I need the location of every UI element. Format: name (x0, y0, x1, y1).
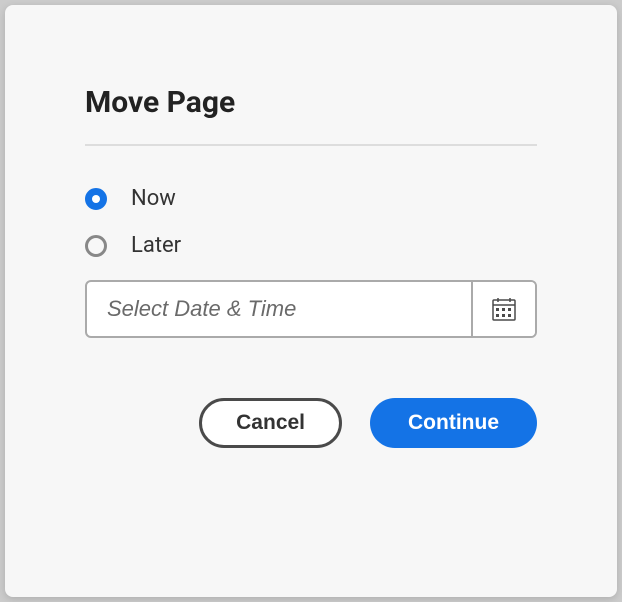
radio-label-later: Later (131, 233, 181, 258)
date-time-field (85, 280, 537, 338)
radio-label-now: Now (131, 186, 176, 211)
radio-option-now[interactable]: Now (85, 186, 537, 211)
dialog-actions: Cancel Continue (85, 398, 537, 448)
radio-option-later[interactable]: Later (85, 233, 537, 258)
continue-button[interactable]: Continue (370, 398, 537, 448)
calendar-picker-button[interactable] (471, 282, 535, 336)
divider (85, 144, 537, 146)
cancel-button[interactable]: Cancel (199, 398, 342, 448)
radio-icon (85, 188, 107, 210)
schedule-radio-group: Now Later (85, 186, 537, 338)
radio-icon (85, 235, 107, 257)
move-page-dialog: Move Page Now Later (5, 5, 617, 597)
radio-dot-icon (92, 195, 100, 203)
calendar-icon (491, 296, 517, 322)
date-time-input[interactable] (87, 282, 471, 336)
dialog-title: Move Page (85, 85, 537, 120)
